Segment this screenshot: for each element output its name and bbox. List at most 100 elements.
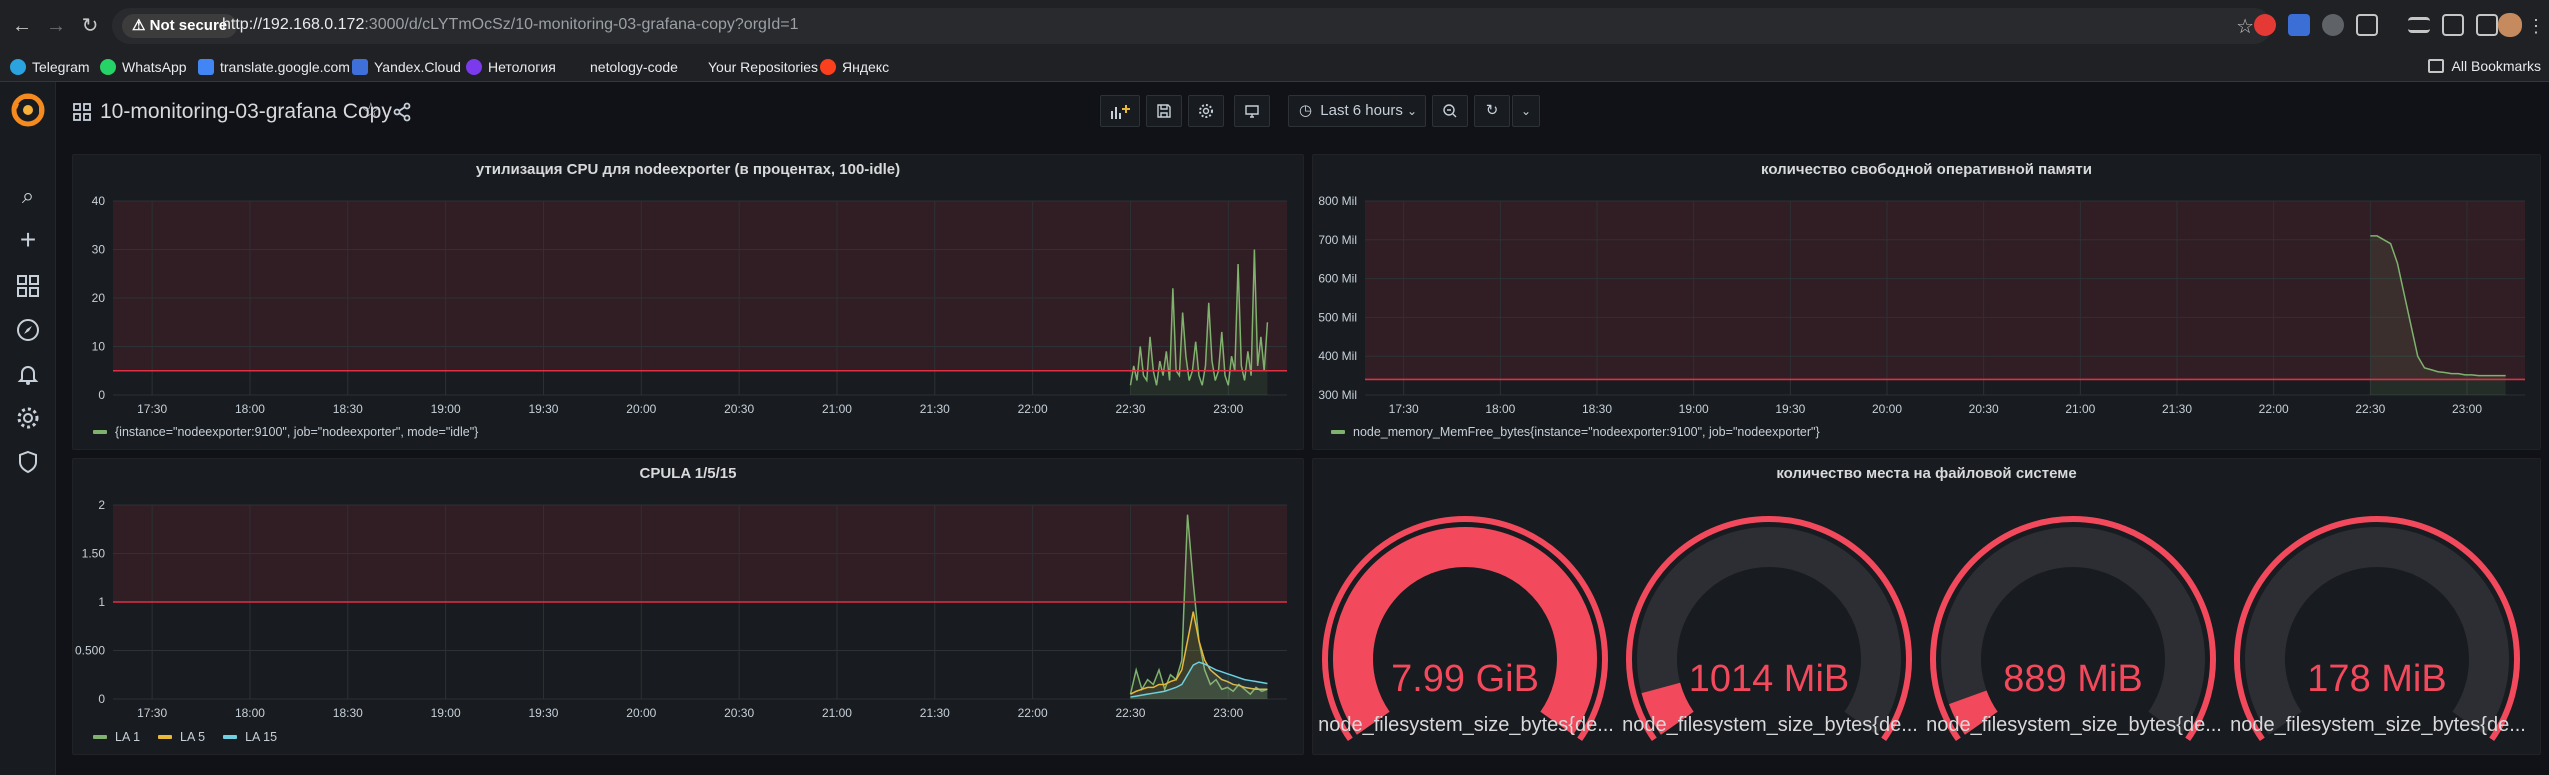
gauge-label: node_filesystem_size_bytes{de... (1318, 714, 1614, 736)
legend-item[interactable]: LA 5 (158, 730, 205, 744)
refresh-button[interactable]: ↻ (1474, 95, 1510, 127)
bookmark-label: Яндекс (842, 59, 890, 75)
cycle-view-mode-button[interactable] (1234, 95, 1270, 127)
bookmark-yandex[interactable]: Яндекс (820, 58, 889, 76)
reload-icon[interactable]: ↻ (74, 10, 106, 42)
legend-item[interactable]: LA 15 (223, 730, 277, 744)
x-tick-label: 23:00 (1213, 706, 1243, 720)
whatsapp-icon (100, 59, 116, 75)
folder-icon (2427, 59, 2444, 73)
address-bar[interactable]: ⚠ Not secure http://192.168.0.172:3000/d… (112, 8, 2272, 44)
legend-label: {instance="nodeexporter:9100", job="node… (115, 425, 479, 439)
x-tick-label: 22:30 (1115, 402, 1145, 416)
panel-memory[interactable]: количество свободной оперативной памяти … (1312, 154, 2541, 450)
legend-item[interactable]: {instance="nodeexporter:9100", job="node… (93, 425, 478, 439)
back-arrow-icon[interactable]: ← (6, 10, 38, 42)
all-bookmarks[interactable]: All Bookmarks (2427, 58, 2541, 74)
reading-list-icon[interactable] (2408, 17, 2430, 33)
x-tick-label: 22:00 (1018, 402, 1048, 416)
bookmark-translate[interactable]: translate.google.com (198, 58, 350, 76)
forward-arrow-icon[interactable]: → (40, 10, 72, 42)
x-tick-label: 18:30 (333, 706, 363, 720)
x-tick-label: 22:30 (2355, 402, 2385, 416)
configuration-gear-icon[interactable] (14, 404, 42, 432)
yandex-icon (820, 59, 836, 75)
explore-compass-icon[interactable] (14, 316, 42, 344)
bookmark-netology[interactable]: Нетология (466, 58, 556, 76)
extension-translate-icon[interactable] (2288, 14, 2310, 36)
download-icon[interactable] (2476, 14, 2498, 36)
x-tick-label: 21:00 (2065, 402, 2095, 416)
gauge-label: node_filesystem_size_bytes{de... (1622, 714, 1918, 736)
grafana-logo-icon[interactable] (10, 92, 46, 128)
time-range-picker[interactable]: ◷ Last 6 hours ⌄ (1288, 95, 1426, 127)
x-tick-label: 18:30 (1582, 402, 1612, 416)
x-tick-label: 19:30 (1775, 402, 1805, 416)
url-text[interactable]: http://192.168.0.172:3000/d/cLYTmOcSz/10… (222, 16, 799, 34)
not-secure-badge[interactable]: ⚠ Not secure (122, 14, 238, 38)
browser-menu-icon[interactable]: ⋮ (2520, 10, 2549, 42)
load-average-chart[interactable]: 0 0.500 1 1.50 2 17:30 18:00 18:30 19:00 19:30 20:… (73, 459, 1305, 756)
y-tick-label: 10 (92, 340, 106, 354)
dashboard-settings-button[interactable] (1188, 95, 1224, 127)
panel-cpu[interactable]: утилизация CPU для nodeexporter (в проце… (72, 154, 1304, 450)
memory-chart[interactable]: 300 Mil 400 Mil 500 Mil 600 Mil 700 Mil 800 M… (1313, 155, 2542, 451)
dashboard-title[interactable]: 10-monitoring-03-grafana Copy (100, 100, 392, 124)
dashboards-icon[interactable] (14, 272, 42, 300)
bookmark-label: Your Repositories (708, 59, 818, 75)
panel-filesystem[interactable]: количество места на файловой системе 7.9… (1312, 458, 2541, 755)
profile-avatar[interactable] (2498, 13, 2522, 37)
legend-swatch (223, 735, 238, 739)
y-tick-label: 1.50 (82, 547, 106, 561)
y-tick-label: 20 (92, 291, 106, 305)
bookmark-star-icon[interactable]: ☆ (2236, 14, 2254, 39)
extension-red-icon[interactable] (2254, 14, 2276, 36)
gauge-value: 889 MiB (2003, 658, 2142, 700)
alerting-bell-icon[interactable] (14, 360, 42, 388)
bookmark-netology-code[interactable]: netology-code (568, 58, 678, 76)
side-panel-icon[interactable] (2442, 14, 2464, 36)
bookmark-label: Telegram (32, 59, 90, 75)
x-tick-label: 19:30 (528, 706, 558, 720)
extension-gray-icon[interactable] (2322, 14, 2344, 36)
zoom-out-button[interactable] (1432, 95, 1468, 127)
x-tick-label: 20:30 (1969, 402, 1999, 416)
admin-shield-icon[interactable] (14, 448, 42, 476)
clock-icon: ◷ (1299, 102, 1313, 119)
create-plus-icon[interactable]: + (14, 226, 42, 254)
x-tick-label: 20:00 (626, 402, 656, 416)
x-tick-label: 19:00 (1679, 402, 1709, 416)
bookmark-repositories[interactable]: Your Repositories (686, 58, 818, 76)
x-tick-label: 19:30 (528, 402, 558, 416)
save-icon (1157, 104, 1171, 118)
filesystem-gauges[interactable]: 7.99 GiB 1014 MiB 889 MiB 178 MiB (1313, 459, 2542, 756)
legend: LA 1 LA 5 LA 15 (93, 730, 295, 744)
legend: {instance="nodeexporter:9100", job="node… (93, 425, 496, 439)
x-tick-label: 18:30 (333, 402, 363, 416)
bookmark-label: netology-code (590, 59, 678, 75)
search-icon[interactable]: ⌕ (14, 182, 42, 210)
save-dashboard-button[interactable] (1146, 95, 1182, 127)
add-panel-button[interactable] (1100, 95, 1140, 127)
x-tick-label: 20:30 (724, 706, 754, 720)
legend-item[interactable]: node_memory_MemFree_bytes{instance="node… (1331, 425, 1820, 439)
x-tick-label: 22:00 (1018, 706, 1048, 720)
legend-item[interactable]: LA 1 (93, 730, 140, 744)
y-tick-label: 0 (98, 692, 105, 706)
share-icon[interactable] (392, 102, 412, 122)
legend-label: LA 5 (180, 730, 206, 744)
cpu-chart[interactable]: 0 10 20 30 40 17:30 18:00 18:30 19:00 19:30 20:00 2… (73, 155, 1305, 451)
bookmark-telegram[interactable]: Telegram (10, 58, 90, 76)
y-tick-label: 500 Mil (1318, 310, 1357, 324)
telegram-icon (10, 59, 26, 75)
bookmark-yandex-cloud[interactable]: Yandex.Cloud (352, 58, 461, 76)
extensions-puzzle-icon[interactable] (2356, 14, 2378, 36)
refresh-interval-dropdown[interactable]: ⌄ (1512, 95, 1540, 127)
x-tick-label: 18:00 (235, 706, 265, 720)
y-tick-label: 400 Mil (1318, 349, 1357, 363)
y-tick-label: 800 Mil (1318, 194, 1357, 208)
panel-cpu-la[interactable]: CPULA 1/5/15 0 0.500 1 1.50 2 17:30 18:00 18:30… (72, 458, 1304, 755)
favorite-star-icon[interactable]: ☆ (361, 98, 381, 124)
bookmark-whatsapp[interactable]: WhatsApp (100, 58, 187, 76)
x-tick-label: 22:00 (2259, 402, 2289, 416)
